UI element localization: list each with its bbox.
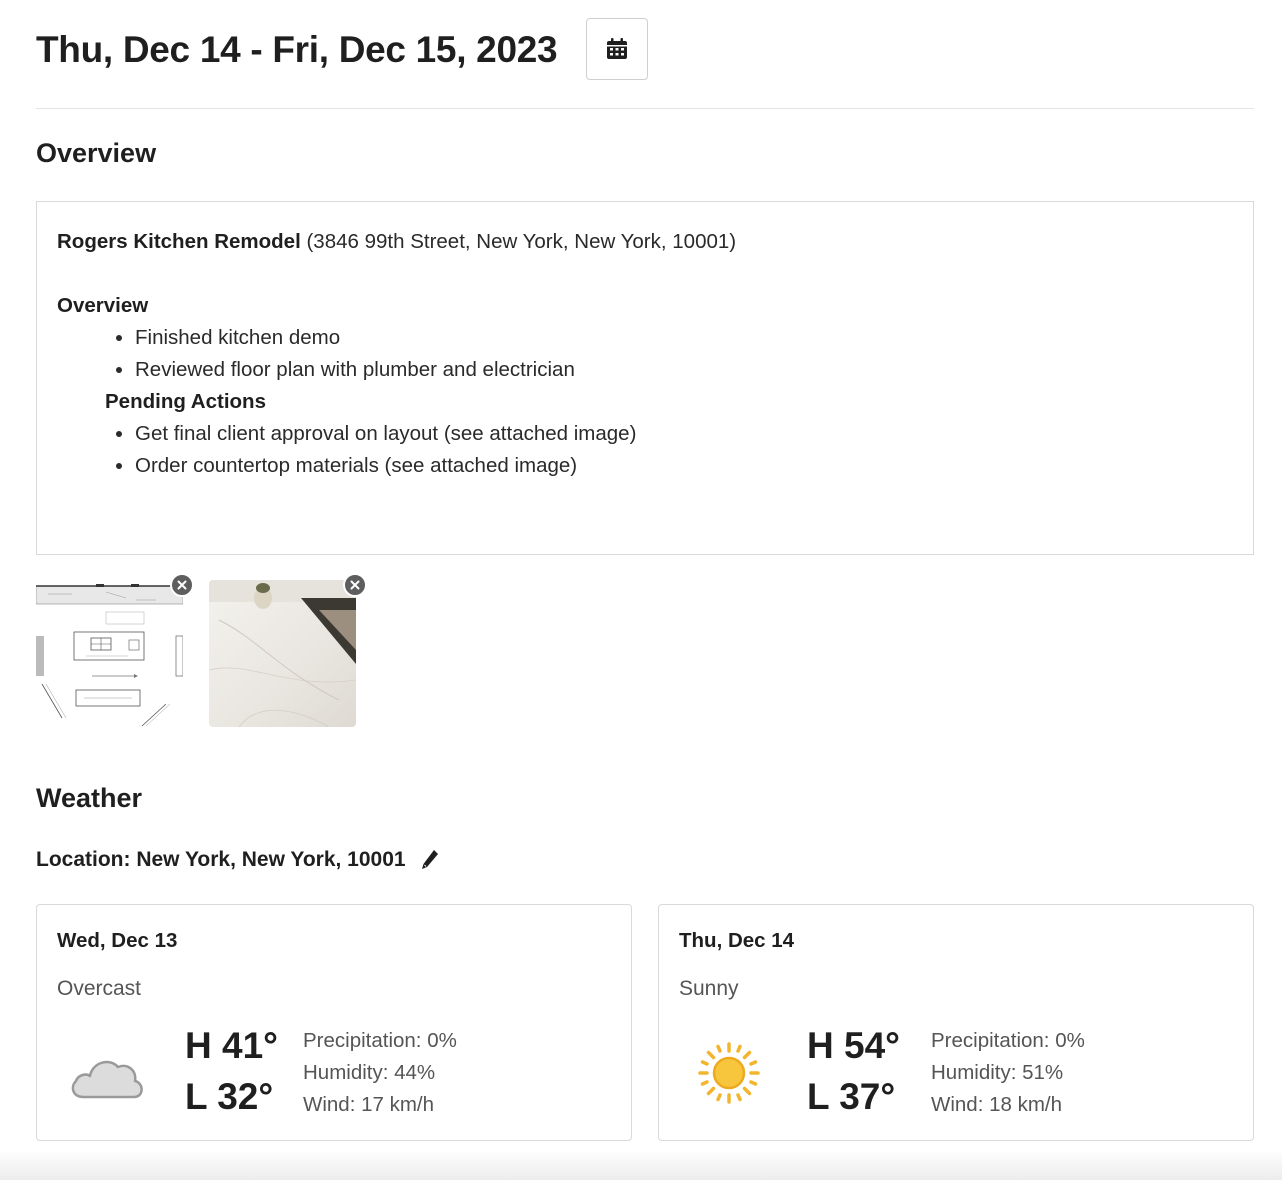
weather-stats: Precipitation: 0% Humidity: 51% Wind: 18…	[931, 1025, 1085, 1121]
pencil-icon	[421, 850, 438, 869]
weather-condition: Overcast	[57, 977, 142, 1000]
overview-heading: Overview	[57, 294, 149, 317]
project-address: (3846 99th Street, New York, New York, 1…	[300, 230, 737, 253]
weather-card: Wed, Dec 13 Overcast H 41° L 32° Precipi…	[36, 904, 632, 1141]
cloud-icon	[67, 1033, 147, 1113]
high-temp: H 41°	[185, 1025, 278, 1066]
page-header: Thu, Dec 14 - Fri, Dec 15, 2023	[36, 0, 1254, 109]
daily-log-page: Thu, Dec 14 - Fri, Dec 15, 2023 Overview…	[36, 0, 1254, 1141]
wind: Wind: 18 km/h	[931, 1093, 1063, 1116]
remove-attachment-button[interactable]	[170, 573, 194, 597]
date-range-title: Thu, Dec 14 - Fri, Dec 15, 2023	[36, 29, 558, 70]
weather-date: Wed, Dec 13	[57, 929, 178, 952]
project-name: Rogers Kitchen Remodel	[57, 230, 301, 253]
calendar-button[interactable]	[586, 18, 648, 80]
weather-condition: Sunny	[679, 977, 739, 1000]
humidity: Humidity: 44%	[303, 1061, 436, 1084]
close-icon	[177, 580, 187, 590]
list-item: Finished kitchen demo	[135, 322, 1233, 354]
location-label: Location: New York, New York, 10001	[36, 848, 406, 871]
close-icon	[350, 580, 360, 590]
edit-location-button[interactable]	[420, 848, 440, 872]
attachment-floor-plan[interactable]	[36, 573, 194, 727]
attachment-countertop[interactable]	[209, 573, 367, 727]
low-temp: L 37°	[807, 1076, 896, 1117]
weather-stats: Precipitation: 0% Humidity: 44% Wind: 17…	[303, 1025, 457, 1121]
notes-editor[interactable]: Rogers Kitchen Remodel (3846 99th Street…	[36, 201, 1254, 555]
weather-location: Location: New York, New York, 10001	[36, 848, 440, 872]
precipitation: Precipitation: 0%	[303, 1029, 457, 1052]
list-item: Get final client approval on layout (see…	[135, 418, 1233, 450]
sun-icon	[689, 1033, 769, 1113]
high-temp: H 54°	[807, 1025, 900, 1066]
pending-actions-list: Get final client approval on layout (see…	[57, 418, 1233, 482]
overview-list: Finished kitchen demo Reviewed floor pla…	[57, 322, 1233, 386]
list-item: Reviewed floor plan with plumber and ele…	[135, 354, 1233, 386]
countertop-photo	[209, 580, 356, 727]
overview-section-title: Overview	[36, 138, 157, 168]
project-line: Rogers Kitchen Remodel (3846 99th Street…	[57, 226, 1233, 258]
pending-actions-heading: Pending Actions	[105, 390, 266, 413]
humidity: Humidity: 51%	[931, 1061, 1064, 1084]
weather-card: Thu, Dec 14 Sunny H 54° L 37° Precipitat…	[658, 904, 1254, 1141]
weather-date: Thu, Dec 14	[679, 929, 795, 952]
weather-section-title: Weather	[36, 783, 143, 813]
calendar-icon	[607, 38, 627, 59]
wind: Wind: 17 km/h	[303, 1093, 435, 1116]
low-temp: L 32°	[185, 1076, 274, 1117]
precipitation: Precipitation: 0%	[931, 1029, 1085, 1052]
bottom-scroll-shadow	[0, 1150, 1282, 1180]
remove-attachment-button[interactable]	[343, 573, 367, 597]
list-item: Order countertop materials (see attached…	[135, 450, 1233, 482]
floor-plan-image	[36, 580, 183, 727]
